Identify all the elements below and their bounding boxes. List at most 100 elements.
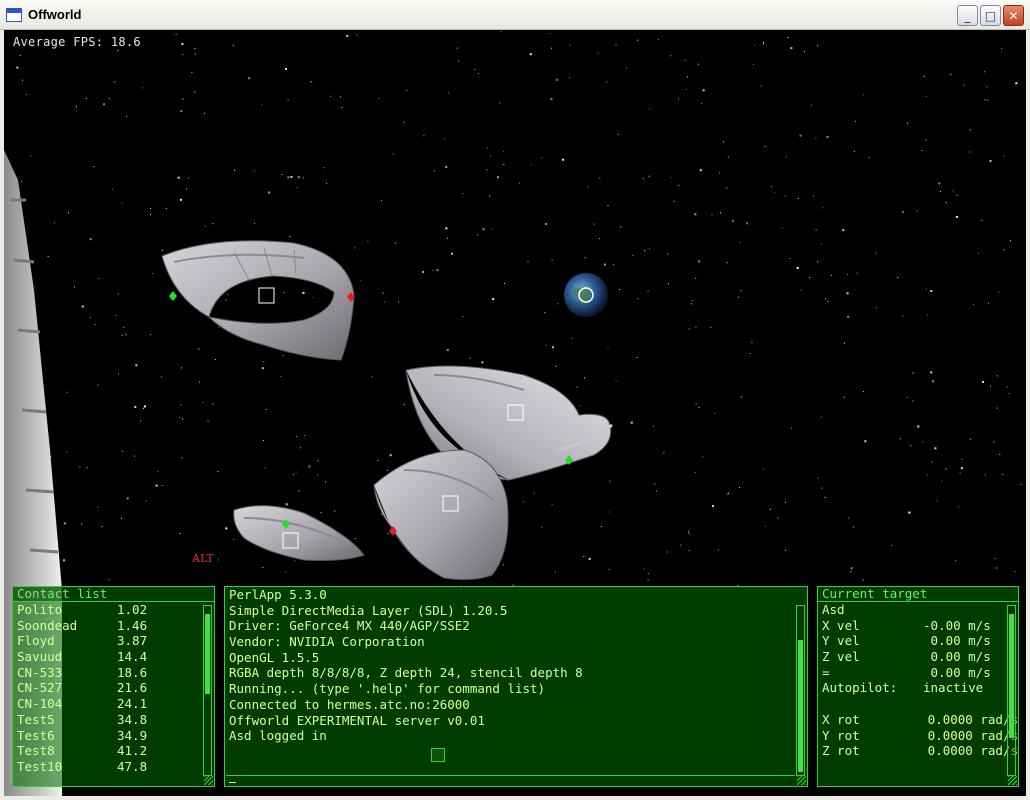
contact-list-panel[interactable]: Contact list Polito 1.02 Soondead 1.46 Floyd… — [12, 586, 215, 787]
contact-list-item[interactable]: Savuud 14.4 — [13, 649, 214, 665]
contact-name: Test5 — [17, 711, 55, 727]
star — [617, 133, 619, 135]
star — [482, 228, 485, 231]
console-input[interactable] — [226, 775, 795, 785]
star — [649, 108, 651, 110]
star — [739, 487, 740, 489]
star — [977, 252, 979, 254]
star — [673, 200, 675, 202]
star — [826, 135, 829, 138]
star — [300, 447, 302, 449]
star — [541, 157, 543, 159]
star — [796, 266, 799, 269]
target-stat-row: Y vel 0.00 m/s — [818, 633, 1018, 649]
star — [30, 155, 32, 157]
star — [175, 34, 177, 35]
ship-fragment-3 — [373, 449, 509, 580]
target-rot-row-value: 0.0000 rad/s — [920, 743, 1018, 759]
star — [571, 337, 573, 339]
star — [680, 544, 682, 546]
star — [297, 176, 300, 179]
target-scroll-thumb[interactable] — [1009, 614, 1014, 738]
contact-list-item[interactable]: CN-104 24.1 — [13, 696, 214, 712]
contact-list-item[interactable]: Test5 34.8 — [13, 712, 214, 728]
current-target-panel[interactable]: Current target Asd X vel -0.00 m/s Y vel 0… — [817, 586, 1019, 787]
star — [800, 289, 802, 291]
star — [134, 406, 137, 408]
star — [227, 293, 229, 295]
star — [503, 164, 505, 166]
target-scrollbar[interactable] — [1007, 605, 1016, 776]
star — [545, 223, 547, 225]
contact-list-item[interactable]: Test8 41.2 — [13, 743, 214, 759]
star — [145, 500, 147, 502]
maximize-button[interactable]: □ — [980, 5, 1001, 26]
star — [644, 250, 646, 252]
star — [264, 467, 266, 469]
star — [809, 277, 811, 279]
star — [367, 240, 369, 242]
contact-list-scrollbar[interactable] — [203, 605, 212, 776]
target-rot-row: Y rot 0.0000 rad/s — [818, 728, 1018, 744]
star — [599, 238, 601, 239]
contact-list-item[interactable]: Test6 34.9 — [13, 728, 214, 744]
star — [180, 367, 182, 369]
star — [85, 97, 87, 99]
contact-list-resize-grip[interactable] — [204, 776, 213, 785]
contact-list-scroll-thumb[interactable] — [205, 614, 210, 694]
star — [583, 556, 585, 558]
star — [702, 456, 704, 458]
contact-distance: 24.1 — [117, 696, 148, 712]
star — [579, 405, 581, 407]
console-resize-grip[interactable] — [797, 776, 806, 785]
star — [204, 112, 206, 114]
star — [925, 95, 927, 97]
console-panel[interactable]: PerlApp 5.3.0 Simple DirectMedia Layer (S… — [224, 586, 808, 787]
star — [685, 89, 687, 91]
star — [630, 421, 633, 424]
star — [606, 81, 608, 83]
star — [958, 506, 960, 508]
star — [804, 51, 805, 53]
star — [666, 551, 668, 553]
star — [710, 327, 712, 329]
star — [182, 54, 184, 55]
star — [341, 107, 343, 108]
star — [304, 435, 306, 436]
star — [982, 380, 985, 383]
star — [188, 177, 190, 179]
window-titlebar[interactable]: Offworld _ □ ✕ — [0, 0, 1030, 30]
star — [600, 525, 602, 527]
star — [847, 273, 848, 275]
contact-list-item[interactable]: Floyd 3.87 — [13, 633, 214, 649]
contact-distance: 14.4 — [117, 649, 148, 665]
star — [994, 558, 996, 560]
star — [253, 170, 255, 172]
star — [637, 298, 639, 300]
star — [261, 104, 263, 106]
star — [607, 348, 609, 350]
star — [53, 222, 55, 224]
close-button[interactable]: ✕ — [1003, 5, 1024, 26]
star — [687, 76, 689, 78]
contact-list-item[interactable]: Soondead 1.46 — [13, 618, 214, 634]
contact-list-item[interactable]: CN-533 18.6 — [13, 665, 214, 681]
star — [346, 34, 349, 37]
minimize-button[interactable]: _ — [957, 5, 978, 26]
contact-list-item[interactable]: Polito 1.02 — [13, 602, 214, 618]
console-line: Asd logged in — [229, 728, 327, 744]
console-scroll-thumb[interactable] — [798, 640, 803, 772]
star — [599, 177, 601, 179]
star — [678, 98, 680, 100]
console-scrollbar[interactable] — [796, 605, 805, 776]
target-resize-grip[interactable] — [1008, 776, 1017, 785]
star — [925, 288, 927, 290]
star — [652, 425, 654, 427]
star — [647, 290, 649, 292]
contact-list-item[interactable]: Test10 47.8 — [13, 759, 214, 775]
target-rot-row-key: Z rot — [822, 743, 860, 759]
contact-list-item[interactable]: CN-527 21.6 — [13, 680, 214, 696]
game-viewport[interactable]: Average FPS: 18.6 ALT Contact list Polit… — [4, 30, 1026, 796]
star — [777, 517, 779, 519]
star — [717, 549, 719, 551]
